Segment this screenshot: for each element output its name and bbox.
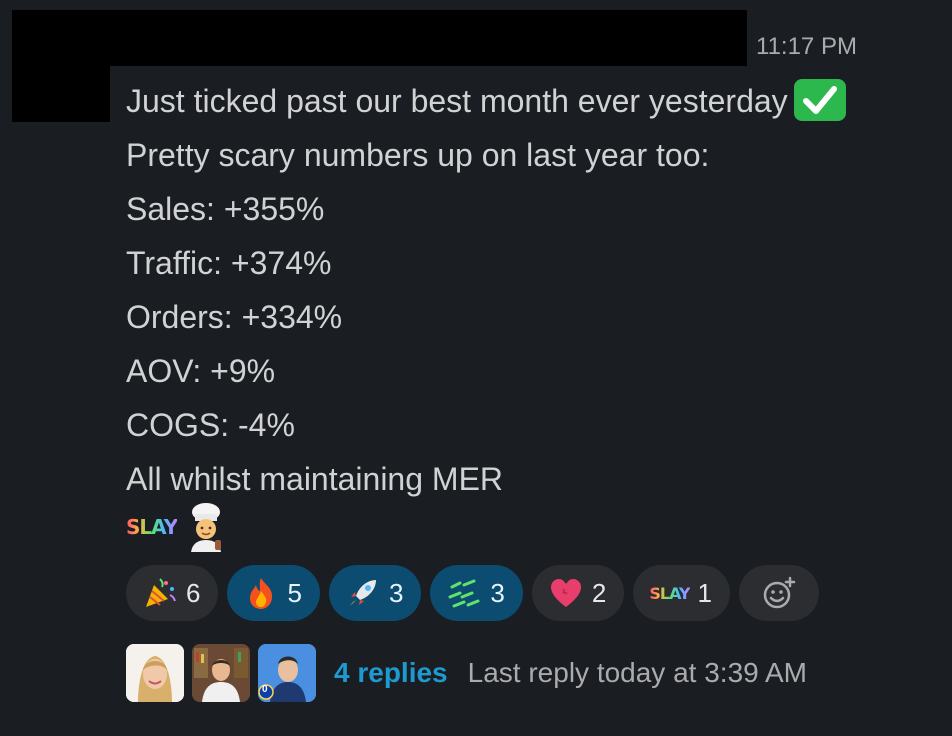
message-line: Traffic: +374% <box>126 245 332 281</box>
thread-summary[interactable]: 0 4 replies Last reply today at 3:39 AM <box>126 644 807 702</box>
message-line: COGS: -4% <box>126 407 295 443</box>
message-line: All whilst maintaining MER <box>126 461 504 497</box>
reaction-heart[interactable]: 2 <box>531 565 625 621</box>
add-reaction-icon <box>763 576 796 609</box>
reaction-count: 3 <box>388 577 404 608</box>
reaction-count: 1 <box>697 577 712 608</box>
reaction-rocket[interactable]: 3 <box>328 565 422 621</box>
avatar <box>126 644 184 702</box>
add-reaction-button[interactable] <box>738 565 819 621</box>
avatar <box>192 644 250 702</box>
reaction-party-popper[interactable]: 6 <box>126 565 219 621</box>
white-check-mark-icon <box>793 79 846 121</box>
reaction-count: 3 <box>490 577 505 608</box>
reaction-money-rain[interactable]: 3 <box>430 565 523 621</box>
slay-emoji-icon: SLAY <box>649 583 690 603</box>
slay-emoji-icon: SLAY <box>126 515 178 539</box>
message-line: Orders: +334% <box>126 299 343 335</box>
avatar-image-icon <box>192 644 250 702</box>
reaction-fire[interactable]: 5 <box>227 565 320 621</box>
rocket-icon <box>349 580 376 606</box>
avatar-image-icon <box>126 644 184 702</box>
message-line: AOV: +9% <box>126 353 276 389</box>
redacted-sender-name <box>12 10 747 66</box>
reactions-bar: 6 5 3 3 2 SLAY 1 <box>126 565 819 621</box>
message-line: Just ticked past our best month ever yes… <box>126 74 846 128</box>
message-line-text: Just ticked past our best month ever yes… <box>126 83 788 119</box>
inline-emoji-row: SLAY <box>126 500 231 554</box>
redacted-avatar <box>12 66 110 122</box>
fire-icon <box>250 578 273 609</box>
replies-link[interactable]: 4 replies <box>334 657 448 689</box>
party-popper-icon <box>146 578 176 607</box>
cook-icon <box>191 503 222 552</box>
message-body: Just ticked past our best month ever yes… <box>126 74 846 506</box>
avatar-badge: 0 <box>262 684 268 695</box>
reaction-count: 6 <box>186 577 201 608</box>
reaction-count: 5 <box>287 577 302 608</box>
message-line: Sales: +355% <box>126 191 325 227</box>
avatar: 0 <box>258 644 316 702</box>
money-rain-icon <box>448 579 480 608</box>
heart-icon <box>550 579 581 607</box>
message-line: Pretty scary numbers up on last year too… <box>126 137 710 173</box>
last-reply-text: Last reply today at 3:39 AM <box>467 657 807 688</box>
slack-message: 11:17 PM Just ticked past our best month… <box>0 0 952 736</box>
reaction-slay[interactable]: SLAY 1 <box>633 565 730 621</box>
message-timestamp[interactable]: 11:17 PM <box>756 33 857 61</box>
reaction-count: 2 <box>591 577 607 608</box>
